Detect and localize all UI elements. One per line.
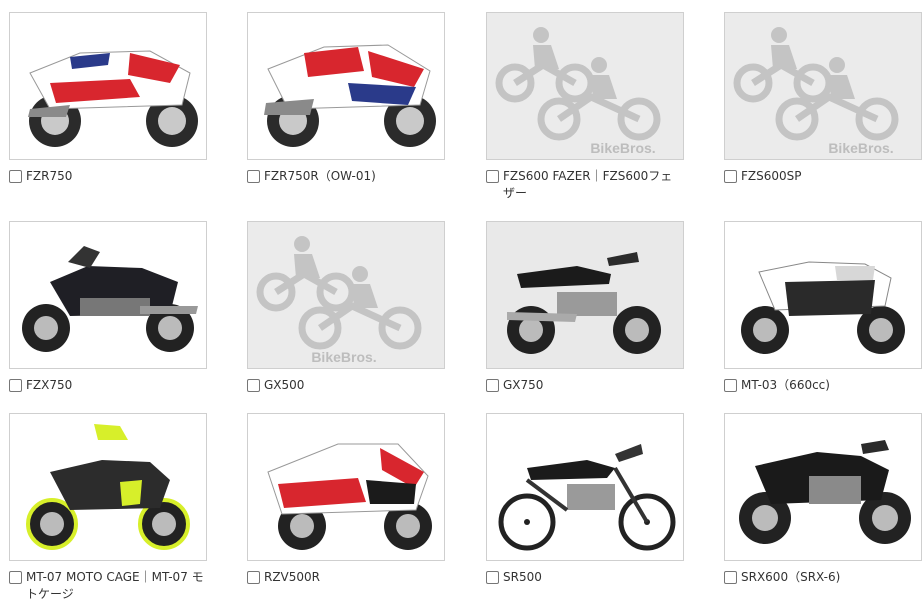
motorcycle-icon — [487, 222, 683, 368]
select-checkbox[interactable] — [9, 170, 22, 183]
bike-photo[interactable] — [9, 221, 207, 369]
bike-name[interactable]: FZX750 — [26, 377, 207, 394]
bike-card[interactable]: MT-03（660cc) — [724, 221, 922, 394]
bike-card[interactable]: RZV500R — [247, 413, 445, 586]
bike-name[interactable]: FZS600SP — [741, 168, 922, 185]
bike-card[interactable]: FZR750 — [9, 12, 207, 185]
bike-name[interactable]: GX750 — [503, 377, 684, 394]
svg-text:BikeBros.: BikeBros. — [590, 140, 655, 156]
select-checkbox[interactable] — [247, 170, 260, 183]
bike-photo[interactable] — [486, 221, 684, 369]
motorcycle-icon — [10, 13, 206, 159]
motorcycle-icon — [725, 414, 921, 560]
bike-name[interactable]: RZV500R — [264, 569, 445, 586]
select-checkbox[interactable] — [486, 170, 499, 183]
select-checkbox[interactable] — [724, 379, 737, 392]
bike-card[interactable]: MT-07 MOTO CAGE｜MT-07 モトケージ — [9, 413, 207, 603]
bikebros-placeholder-icon: BikeBros. — [248, 222, 444, 368]
bike-photo[interactable] — [9, 12, 207, 160]
bike-card[interactable]: BikeBros. FZS600 FAZER｜FZS600フェザー — [486, 12, 684, 202]
bike-card[interactable]: GX750 — [486, 221, 684, 394]
svg-text:BikeBros.: BikeBros. — [828, 140, 893, 156]
bike-card[interactable]: FZR750R（OW-01) — [247, 12, 445, 185]
bike-photo[interactable]: BikeBros. — [247, 221, 445, 369]
bikebros-placeholder-icon: BikeBros. — [725, 13, 921, 159]
bike-name[interactable]: MT-03（660cc) — [741, 377, 922, 394]
select-checkbox[interactable] — [724, 170, 737, 183]
bike-photo[interactable] — [9, 413, 207, 561]
bike-photo[interactable] — [486, 413, 684, 561]
bike-name[interactable]: FZR750R（OW-01) — [264, 168, 445, 185]
bike-name[interactable]: SRX600（SRX-6) — [741, 569, 922, 586]
select-checkbox[interactable] — [9, 379, 22, 392]
select-checkbox[interactable] — [9, 571, 22, 584]
bike-photo[interactable] — [247, 413, 445, 561]
motorcycle-icon — [10, 414, 206, 560]
select-checkbox[interactable] — [247, 571, 260, 584]
bike-photo[interactable] — [724, 221, 922, 369]
bikebros-placeholder-icon: BikeBros. — [487, 13, 683, 159]
bike-name[interactable]: MT-07 MOTO CAGE｜MT-07 モトケージ — [26, 569, 207, 603]
bike-photo[interactable]: BikeBros. — [486, 12, 684, 160]
select-checkbox[interactable] — [486, 379, 499, 392]
bike-card[interactable]: BikeBros. FZS600SP — [724, 12, 922, 185]
svg-text:BikeBros.: BikeBros. — [311, 349, 376, 365]
motorcycle-icon — [725, 222, 921, 368]
bike-photo[interactable] — [247, 12, 445, 160]
bike-name[interactable]: FZR750 — [26, 168, 207, 185]
bike-card[interactable]: BikeBros. GX500 — [247, 221, 445, 394]
motorcycle-icon — [248, 13, 444, 159]
motorcycle-icon — [248, 414, 444, 560]
bike-photo[interactable] — [724, 413, 922, 561]
select-checkbox[interactable] — [486, 571, 499, 584]
motorcycle-icon — [487, 414, 683, 560]
bike-name[interactable]: SR500 — [503, 569, 684, 586]
bike-card[interactable]: FZX750 — [9, 221, 207, 394]
bike-name[interactable]: FZS600 FAZER｜FZS600フェザー — [503, 168, 684, 202]
bike-name[interactable]: GX500 — [264, 377, 445, 394]
bike-photo[interactable]: BikeBros. — [724, 12, 922, 160]
bike-card[interactable]: SRX600（SRX-6) — [724, 413, 922, 586]
select-checkbox[interactable] — [247, 379, 260, 392]
motorcycle-icon — [10, 222, 206, 368]
bike-card[interactable]: SR500 — [486, 413, 684, 586]
select-checkbox[interactable] — [724, 571, 737, 584]
